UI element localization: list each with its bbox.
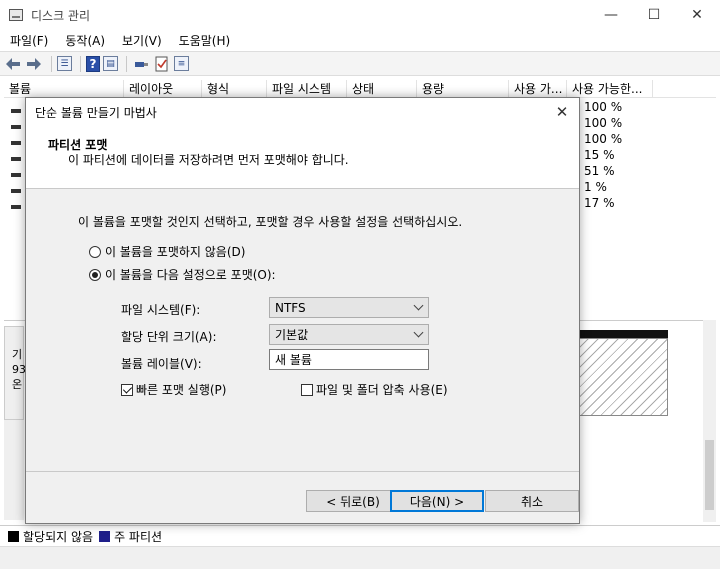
radio-label-do-not-format[interactable]: 이 볼륨을 포맷하지 않음(D) — [105, 243, 245, 260]
allocation-unit-select[interactable]: 기본값 — [269, 324, 429, 345]
window-title: 디스크 관리 — [31, 8, 91, 23]
volume-icon — [11, 205, 21, 209]
menu-action[interactable]: 동작(A) — [58, 32, 112, 49]
volume-icon — [11, 173, 21, 177]
radio-do-not-format[interactable]: 이 볼륨을 포맷하지 않음(D) — [89, 243, 245, 260]
allocation-unit-value: 기본값 — [275, 328, 309, 342]
radio-button-selected[interactable] — [89, 268, 101, 281]
quick-format-checkbox-row[interactable]: 빠른 포맷 실행(P) — [121, 381, 226, 398]
column-header-status[interactable]: 상태 — [347, 80, 417, 98]
radio-label-format[interactable]: 이 볼륨을 다음 설정으로 포맷(O): — [105, 266, 276, 283]
table-cell-percent-free: 100 % — [584, 116, 623, 130]
table-cell-percent-free: 100 % — [584, 132, 623, 146]
next-button[interactable]: 다음(N) > — [390, 490, 484, 512]
column-header-layout[interactable]: 레이아웃 — [124, 80, 202, 98]
menu-view[interactable]: 보기(V) — [115, 32, 169, 49]
disk-info-fragment: 온 — [12, 378, 23, 391]
panel-icon[interactable]: ▤ — [103, 56, 118, 71]
table-cell-percent-free: 1 % — [584, 180, 607, 194]
partition-header-bar — [578, 330, 668, 338]
chevron-down-icon — [413, 327, 424, 338]
disk-info-box[interactable]: 기 93 온 — [4, 326, 26, 420]
connect-icon[interactable] — [132, 55, 150, 73]
wizard-header: 파티션 포맷 이 파티션에 데이터를 저장하려면 먼저 포맷해야 합니다. — [26, 126, 579, 189]
disk-management-app-icon — [9, 9, 23, 21]
format-instruction: 이 볼륨을 포맷할 것인지 선택하고, 포맷할 경우 사용할 설정을 선택하십시… — [78, 215, 463, 229]
wizard-title-bar: 단순 볼륨 만들기 마법사 — [26, 98, 579, 126]
file-system-label: 파일 시스템(F): — [121, 303, 201, 317]
file-system-select[interactable]: NTFS — [269, 297, 429, 318]
unallocated-partition-block[interactable] — [578, 338, 668, 416]
volume-table-header: 볼륨 레이아웃 형식 파일 시스템 상태 용량 사용 가... 사용 가능한..… — [4, 80, 716, 98]
column-header-type[interactable]: 형식 — [202, 80, 267, 98]
new-simple-volume-wizard: 단순 볼륨 만들기 마법사 ✕ 파티션 포맷 이 파티션에 데이터를 저장하려면… — [25, 97, 580, 524]
disk-info-fragment: 93 — [12, 363, 26, 376]
table-cell-percent-free: 51 % — [584, 164, 615, 178]
table-cell-percent-free: 100 % — [584, 100, 623, 114]
disk-info-box[interactable] — [4, 420, 24, 520]
menu-help[interactable]: 도움말(H) — [172, 32, 238, 49]
wizard-title: 단순 볼륨 만들기 마법사 — [35, 105, 157, 120]
maximize-button[interactable]: ☐ — [631, 0, 677, 30]
menu-bar: 파일(F) 동작(A) 보기(V) 도움말(H) — [0, 30, 720, 50]
volume-label-input[interactable]: 새 볼륨 — [269, 349, 429, 370]
column-header-capacity[interactable]: 용량 — [417, 80, 509, 98]
list-view-icon[interactable]: ☰ — [57, 56, 72, 71]
quick-format-label[interactable]: 빠른 포맷 실행(P) — [136, 381, 226, 398]
legend-label-primary: 주 파티션 — [114, 529, 163, 544]
toolbar-separator — [51, 55, 52, 72]
wizard-page-subtitle: 이 파티션에 데이터를 저장하려면 먼저 포맷해야 합니다. — [68, 153, 349, 167]
file-system-value: NTFS — [275, 300, 306, 315]
column-header-percent-free[interactable]: 사용 가능한... — [567, 80, 653, 98]
toolbar-separator — [126, 55, 127, 72]
radio-button[interactable] — [89, 245, 101, 258]
volume-icon — [11, 157, 21, 161]
legend-label-unallocated: 할당되지 않음 — [23, 529, 94, 544]
radio-format-with-settings[interactable]: 이 볼륨을 다음 설정으로 포맷(O): — [89, 266, 276, 283]
legend-swatch-unallocated — [8, 530, 19, 542]
table-cell-percent-free: 17 % — [584, 196, 615, 210]
partition-legend: 할당되지 않음 주 파티션 — [0, 525, 720, 546]
forward-arrow-icon[interactable] — [25, 55, 43, 73]
scrollbar-thumb[interactable] — [705, 440, 714, 510]
check-icon[interactable] — [153, 55, 171, 73]
help-icon[interactable]: ? — [86, 55, 100, 72]
cancel-button[interactable]: 취소 — [485, 490, 579, 512]
compression-label[interactable]: 파일 및 폴더 압축 사용(E) — [316, 381, 448, 398]
status-bar — [0, 546, 720, 569]
volume-label-label: 볼륨 레이블(V): — [121, 357, 202, 371]
compression-checkbox[interactable] — [301, 383, 313, 396]
volume-icon — [11, 189, 21, 193]
column-header-file-system[interactable]: 파일 시스템 — [267, 80, 347, 98]
volume-icon — [11, 141, 21, 145]
close-window-button[interactable]: ✕ — [674, 0, 720, 30]
column-header-volume[interactable]: 볼륨 — [4, 80, 124, 98]
toolbar-separator — [80, 55, 81, 72]
legend-swatch-primary — [99, 530, 111, 542]
quick-format-checkbox[interactable] — [121, 383, 133, 396]
volume-icon — [11, 125, 21, 129]
back-arrow-icon[interactable] — [4, 55, 22, 73]
button-separator — [26, 471, 579, 472]
compression-checkbox-row[interactable]: 파일 및 폴더 압축 사용(E) — [301, 381, 448, 398]
wizard-close-button[interactable]: ✕ — [552, 102, 572, 122]
menu-file[interactable]: 파일(F) — [3, 32, 55, 49]
disk-info-fragment: 기 — [12, 348, 23, 361]
minimize-button[interactable]: — — [588, 0, 634, 30]
table-cell-percent-free: 15 % — [584, 148, 615, 162]
allocation-unit-label: 할당 단위 크기(A): — [121, 330, 217, 344]
volume-icon — [11, 109, 21, 113]
column-header-free-space[interactable]: 사용 가... — [509, 80, 567, 98]
properties-icon[interactable]: ≡ — [174, 56, 189, 71]
chevron-down-icon — [413, 300, 424, 311]
vertical-scrollbar[interactable] — [703, 320, 716, 522]
toolbar: ☰ ? ▤ ≡ — [0, 51, 720, 76]
back-button[interactable]: < 뒤로(B) — [306, 490, 400, 512]
